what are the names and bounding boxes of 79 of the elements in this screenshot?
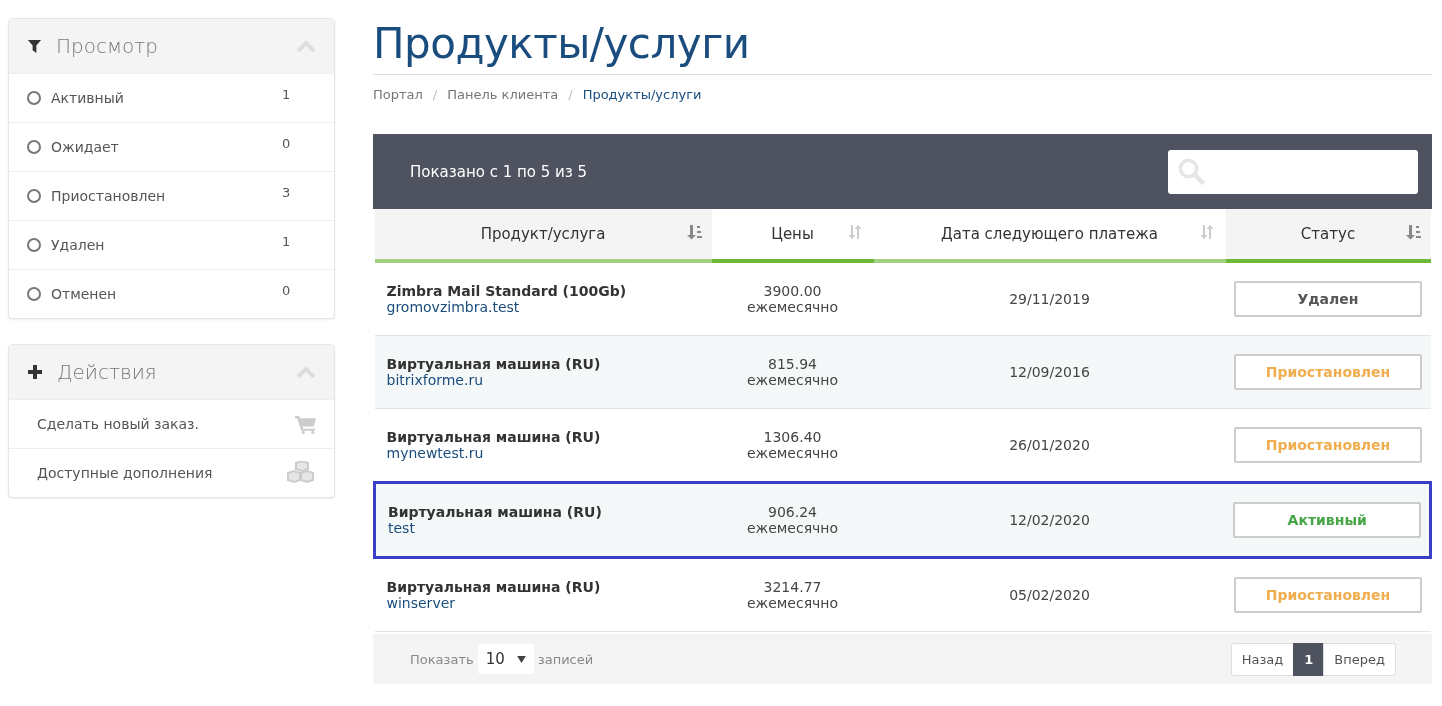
product-name: Виртуальная машина (RU) [386,579,602,595]
filter-item[interactable]: Активный [51,90,282,106]
status-label: Удален [1234,281,1422,317]
plus-icon [27,364,43,380]
next-due-date: 26/01/2020 [1009,437,1090,453]
domain-link[interactable]: winserver [386,595,711,611]
domain-link[interactable]: gromovzimbra.test [386,299,711,315]
breadcrumb-link[interactable]: Продукты/услуги [582,87,702,102]
status-label: Приостановлен [1234,354,1422,390]
search-field[interactable] [1168,149,1418,194]
radio-button[interactable] [27,140,41,154]
item-count: 3 [282,184,292,200]
item-count: 0 [282,135,292,151]
next-due-date: 12/02/2020 [1009,512,1090,528]
action-link[interactable]: Доступные дополнения [37,465,286,481]
sort-descending-icon [685,224,702,240]
product-name: Виртуальная машина (RU) [386,429,602,445]
domain-link[interactable]: mynewtest.ru [386,445,711,461]
sort-descending-icon [1404,224,1421,240]
item-count: 0 [282,282,292,298]
price: 3900.00 [762,283,823,299]
billing-cycle: ежемесячно [745,299,840,315]
domain-link[interactable]: test [388,520,711,536]
panel-header[interactable]: Действия [9,345,334,399]
sort-icon [847,224,864,240]
panel-header[interactable]: Просмотр [9,19,334,73]
next-due-date: 05/02/2020 [1009,587,1090,603]
item-count: 1 [282,86,292,102]
next-due-date: 29/11/2019 [1009,291,1090,307]
records-label: записей [537,651,594,667]
radio-button[interactable] [27,189,41,203]
billing-cycle: ежемесячно [745,372,840,388]
column-header[interactable]: Статус [1225,209,1431,261]
product-name: Виртуальная машина (RU) [386,356,602,372]
caret-icon [516,655,526,663]
action-link[interactable]: Сделать новый заказ. [37,416,295,432]
panel-title: Просмотр [56,34,159,58]
product-name: Zimbra Mail Standard (100Gb) [386,283,628,299]
status-label: Приостановлен [1234,577,1422,613]
status-label: Активный [1233,502,1422,538]
price: 906.24 [767,504,818,520]
pagination-button[interactable]: 1 [1293,642,1325,676]
page-size-dropdown[interactable]: 10 [477,644,534,674]
page-title: Продукты/услуги [373,19,1432,75]
breadcrumb-separator: / [568,87,573,102]
cubes-icon [286,461,316,485]
radio-button[interactable] [27,238,41,252]
filter-icon [27,38,42,54]
item-count: 1 [282,233,292,249]
filter-item[interactable]: Отменен [51,286,282,302]
panel-title: Действия [57,360,158,384]
billing-cycle: ежемесячно [745,520,840,536]
show-label: Показать [410,651,474,667]
billing-cycle: ежемесячно [745,445,840,461]
billing-cycle: ежемесячно [745,595,840,611]
price: 3214.77 [762,579,823,595]
radio-button[interactable] [27,91,41,105]
price: 1306.40 [762,429,823,445]
next-due-date: 12/09/2016 [1009,364,1090,380]
product-name: Виртуальная машина (RU) [388,504,603,520]
column-header[interactable]: Цены [711,209,874,261]
pagination-button[interactable]: Назад [1230,642,1295,676]
filter-item[interactable]: Ожидает [51,139,282,155]
breadcrumb-separator: / [432,87,438,102]
price: 815.94 [767,356,818,372]
filter-item[interactable]: Удален [51,237,282,253]
radio-button[interactable] [27,287,41,301]
breadcrumb-link[interactable]: Портал [373,87,423,102]
breadcrumb-link[interactable]: Панель клиента [447,87,559,102]
filter-item[interactable]: Приостановлен [51,188,282,204]
pagination-button[interactable]: Вперед [1323,642,1396,676]
table-info: Показано с 1 по 5 из 5 [410,162,588,181]
domain-link[interactable]: bitrixforme.ru [386,372,711,388]
column-header[interactable]: Продукт/услуга [374,209,712,261]
column-header[interactable]: Дата следующего платежа [873,209,1226,261]
status-label: Приостановлен [1234,427,1422,463]
search-icon [1178,157,1206,186]
sort-icon [1199,224,1216,240]
cart-icon [295,414,316,434]
